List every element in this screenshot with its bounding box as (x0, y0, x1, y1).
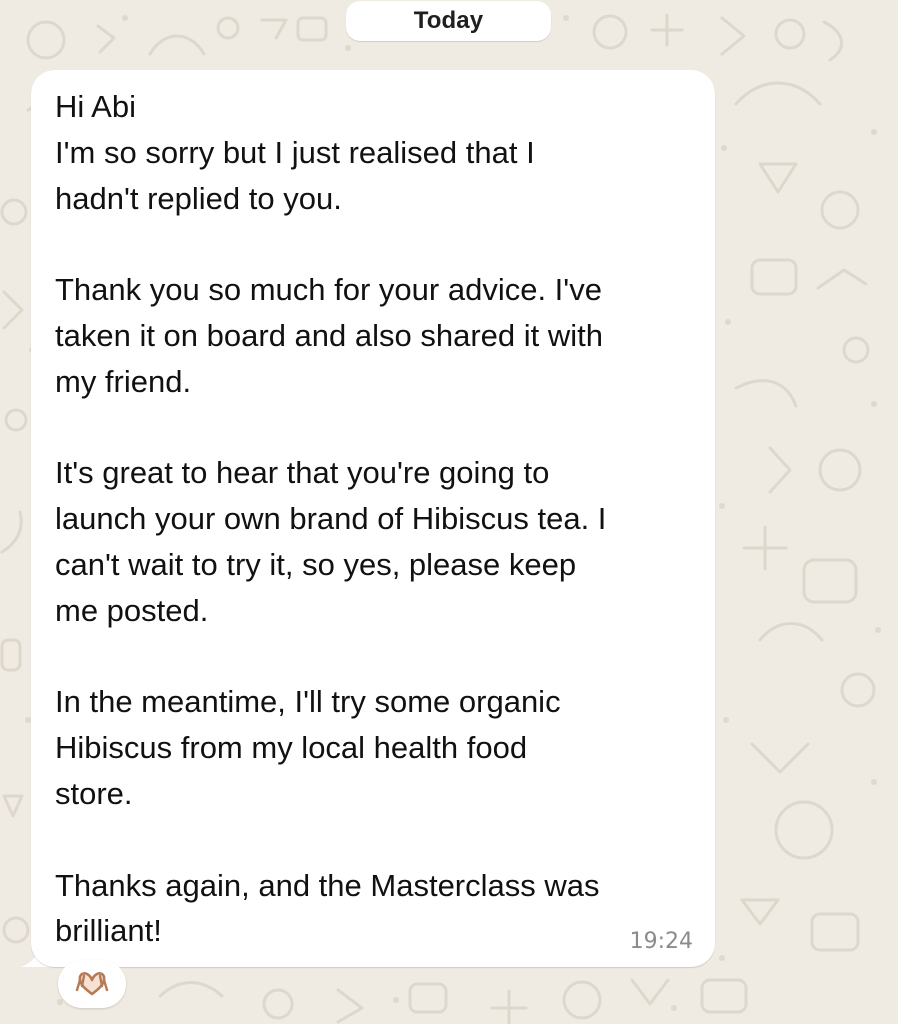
heart-hands-icon (75, 972, 109, 996)
incoming-message[interactable]: Hi Abi I'm so sorry but I just realised … (21, 70, 715, 967)
message-reaction[interactable] (58, 960, 126, 1008)
message-text: Hi Abi I'm so sorry but I just realised … (55, 89, 607, 949)
date-separator-today: Today (346, 1, 551, 41)
message-timestamp: 19:24 (629, 929, 693, 954)
